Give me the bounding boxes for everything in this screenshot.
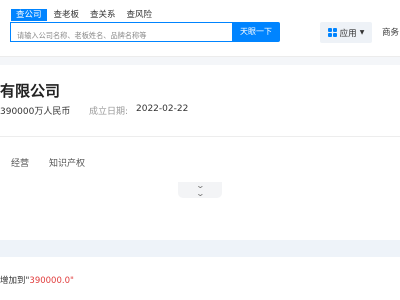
- apps-button[interactable]: 应用 ▼: [320, 22, 372, 43]
- section-divider: [0, 136, 400, 137]
- change-suffix: ": [69, 276, 74, 286]
- search-input[interactable]: [11, 26, 232, 45]
- expand-toggle[interactable]: ⌄ ⌄: [178, 182, 222, 198]
- change-value: 390000.0: [29, 276, 70, 286]
- tab-relation[interactable]: 查关系: [86, 9, 120, 21]
- change-prefix: 增加到": [0, 276, 30, 286]
- page-background-strip: [0, 57, 400, 65]
- nav-item-ip[interactable]: 知识产权: [49, 156, 85, 169]
- nav-item-operation[interactable]: 经营: [11, 156, 29, 169]
- tab-company[interactable]: 查公司: [11, 9, 47, 21]
- business-link[interactable]: 商务: [382, 26, 399, 38]
- tab-risk[interactable]: 查风险: [123, 9, 157, 21]
- top-bar: 查公司 查老板 查关系 查风险 天眼一下 应用 ▼ 商务: [0, 0, 400, 57]
- change-record-text: 增加到"390000.0": [0, 274, 74, 286]
- apps-label: 应用: [339, 28, 357, 39]
- apps-grid-icon: [327, 28, 337, 37]
- founded-date-value: 2022-02-22: [136, 104, 189, 114]
- search-box: [10, 22, 232, 45]
- search-button[interactable]: 天眼一下: [232, 22, 280, 42]
- company-name: 有限公司: [0, 82, 61, 100]
- search-type-tabs: 查公司 查老板 查关系 查风险: [11, 9, 156, 21]
- founded-date-label: 成立日期:: [89, 107, 129, 117]
- section-header-band: [0, 240, 400, 257]
- caret-down-icon: ▼: [359, 29, 365, 36]
- double-chevron-down-icon: ⌄ ⌄: [195, 181, 205, 198]
- tab-boss[interactable]: 查老板: [50, 9, 84, 21]
- registered-capital: 390000万人民币: [0, 107, 71, 117]
